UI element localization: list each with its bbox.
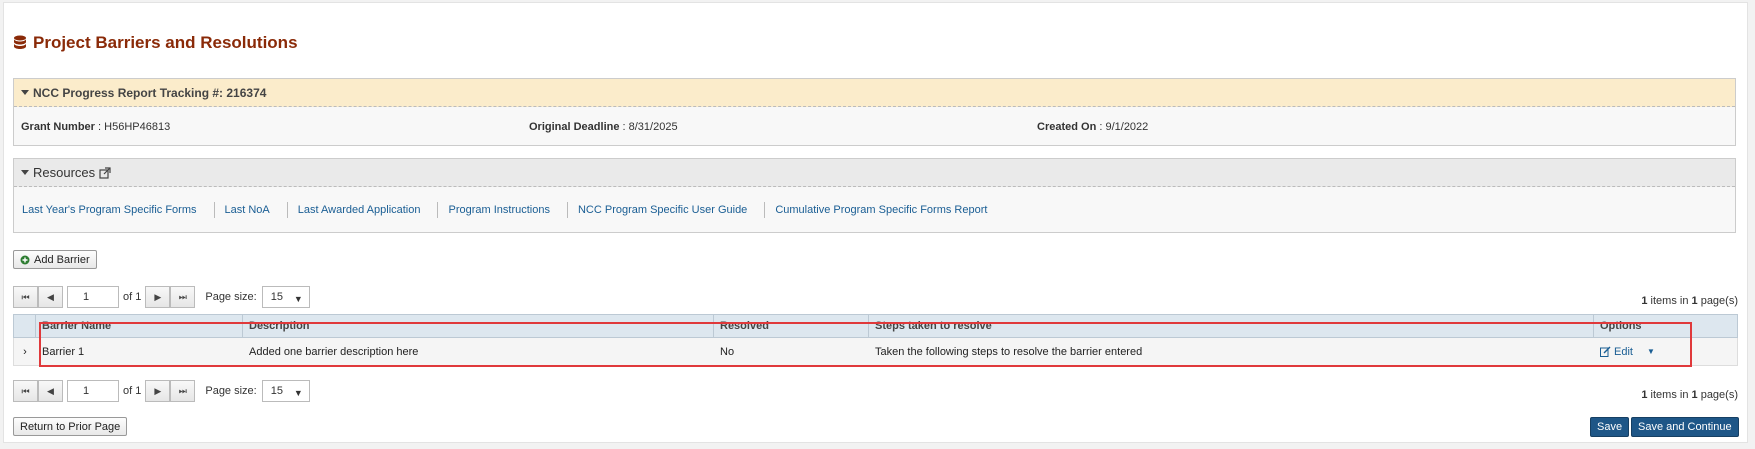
created-on-label: Created On xyxy=(1037,121,1097,133)
expand-row-icon[interactable]: › xyxy=(14,338,36,365)
page-of-label: of 1 xyxy=(123,385,142,397)
page-size-value: 15 xyxy=(270,385,283,397)
add-barrier-button[interactable]: Add Barrier xyxy=(13,250,97,269)
resources-panel-header[interactable]: Resources xyxy=(14,159,1735,187)
grant-number-value: : H56HP46813 xyxy=(94,121,171,133)
page-number-input[interactable]: 1 xyxy=(67,380,119,402)
plus-circle-icon xyxy=(20,255,30,264)
resources-panel: Resources Last Year's Program Specific F… xyxy=(13,158,1736,233)
grant-number-field: Grant Number : H56HP46813 xyxy=(21,121,170,133)
chevron-down-icon: ▼ xyxy=(293,388,303,398)
last-page-icon[interactable]: ⏭ xyxy=(170,286,196,308)
tracking-panel: NCC Progress Report Tracking #: 216374 G… xyxy=(13,78,1736,146)
page-number-input[interactable]: 1 xyxy=(67,286,119,308)
info-end: page(s) xyxy=(1697,389,1738,401)
page-container: Project Barriers and Resolutions NCC Pro… xyxy=(3,2,1748,443)
page-of-label: of 1 xyxy=(123,291,142,303)
info-mid: items in xyxy=(1647,295,1692,307)
save-button[interactable]: Save xyxy=(1590,417,1630,437)
original-deadline-value: : 8/31/2025 xyxy=(619,121,678,133)
page-title-text: Project Barriers and Resolutions xyxy=(33,33,298,52)
link-last-awarded-application[interactable]: Last Awarded Application xyxy=(288,201,439,218)
created-on-field: Created On : 9/1/2022 xyxy=(1037,121,1148,133)
pager-bottom: ⏮ ◀ 1 of 1 ▶ ⏭ Page size: 15 ▼ 1 items i… xyxy=(13,376,1738,406)
page-size-label: Page size: xyxy=(205,385,257,397)
resources-links: Last Year's Program Specific Forms Last … xyxy=(14,187,1735,232)
expand-column-header xyxy=(14,315,36,337)
pager-top: ⏮ ◀ 1 of 1 ▶ ⏭ Page size: 15 ▼ 1 items i… xyxy=(13,282,1738,312)
page-title: Project Barriers and Resolutions xyxy=(13,33,298,53)
link-program-instructions[interactable]: Program Instructions xyxy=(438,201,568,218)
save-and-continue-button[interactable]: Save and Continue xyxy=(1631,417,1739,437)
created-on-value: : 9/1/2022 xyxy=(1096,121,1149,133)
next-page-icon[interactable]: ▶ xyxy=(145,380,171,402)
first-page-icon[interactable]: ⏮ xyxy=(13,286,38,308)
page-size-select[interactable]: 15 ▼ xyxy=(261,286,310,308)
page-size-label: Page size: xyxy=(205,291,257,303)
resources-header-text: Resources xyxy=(33,165,96,180)
save-label: Save xyxy=(1597,421,1623,433)
save-continue-label: Save and Continue xyxy=(1638,421,1732,433)
external-link-icon[interactable] xyxy=(99,166,111,179)
tracking-panel-header[interactable]: NCC Progress Report Tracking #: 216374 xyxy=(14,79,1735,107)
pager-info: 1 items in 1 page(s) xyxy=(1641,381,1738,401)
info-mid: items in xyxy=(1647,389,1692,401)
page-size-value: 15 xyxy=(270,291,283,303)
link-cumulative-forms-report[interactable]: Cumulative Program Specific Forms Report xyxy=(765,202,1004,218)
grant-number-label: Grant Number xyxy=(21,121,95,133)
next-page-icon[interactable]: ▶ xyxy=(145,286,171,308)
prev-page-icon[interactable]: ◀ xyxy=(38,380,63,402)
original-deadline-label: Original Deadline xyxy=(529,121,620,133)
link-last-noa[interactable]: Last NoA xyxy=(215,201,288,218)
prev-page-icon[interactable]: ◀ xyxy=(38,286,63,308)
database-icon xyxy=(14,35,26,49)
first-page-icon[interactable]: ⏮ xyxy=(13,380,38,402)
last-page-icon[interactable]: ⏭ xyxy=(170,380,196,402)
tracking-panel-body: Grant Number : H56HP46813 Original Deadl… xyxy=(14,107,1735,145)
link-last-year-forms[interactable]: Last Year's Program Specific Forms xyxy=(14,201,215,218)
return-prior-label: Return to Prior Page xyxy=(20,420,121,433)
caret-down-icon xyxy=(21,170,29,175)
link-user-guide[interactable]: NCC Program Specific User Guide xyxy=(568,201,766,218)
page-size-select[interactable]: 15 ▼ xyxy=(261,380,310,402)
info-end: page(s) xyxy=(1697,295,1738,307)
original-deadline-field: Original Deadline : 8/31/2025 xyxy=(529,121,678,133)
add-barrier-label: Add Barrier xyxy=(34,253,90,266)
row-highlight-box xyxy=(39,322,1692,367)
chevron-down-icon: ▼ xyxy=(293,294,303,304)
pager-info: 1 items in 1 page(s) xyxy=(1641,287,1738,307)
return-prior-page-button[interactable]: Return to Prior Page xyxy=(13,417,128,436)
tracking-header-text: NCC Progress Report Tracking #: 216374 xyxy=(33,85,267,100)
caret-down-icon xyxy=(21,90,29,95)
